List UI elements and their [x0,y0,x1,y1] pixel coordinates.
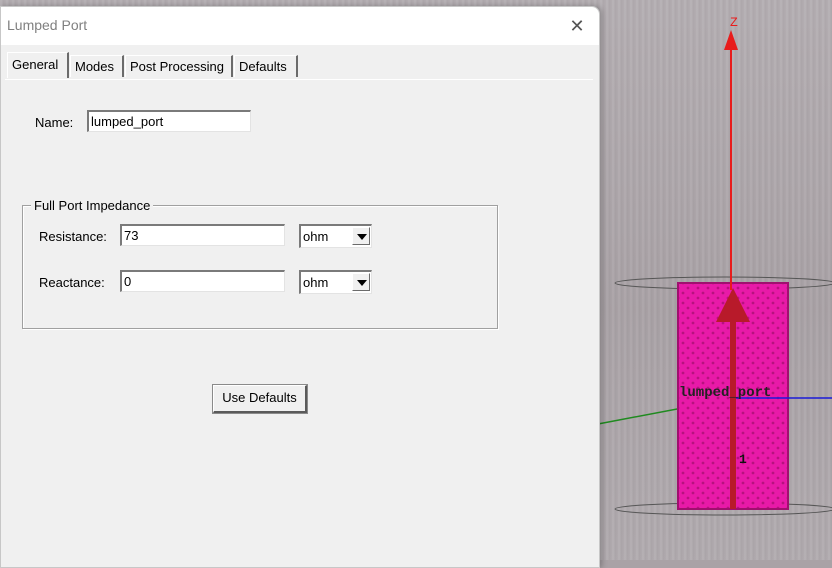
dialog-title: Lumped Port [7,17,88,33]
z-axis-label: Z [730,15,738,30]
reactance-label: Reactance: [39,275,105,290]
tab-post-processing-label: Post Processing [130,59,224,74]
port-number-label: 1 [739,452,747,467]
lumped-port-dialog: Lumped Port ✕ General Modes Post Process… [0,6,600,568]
reactance-unit-value: ohm [303,275,329,290]
resistance-input[interactable]: 73 [120,224,285,246]
tab-modes-label: Modes [75,59,115,74]
close-icon[interactable]: ✕ [563,13,591,39]
impedance-group-title: Full Port Impedance [31,198,154,213]
port-label: lumped_port [679,385,771,401]
reactance-unit-select[interactable]: ohm [299,270,372,294]
name-label: Name: [35,115,74,130]
resistance-label: Resistance: [39,229,107,244]
chevron-down-icon[interactable] [352,273,370,291]
use-defaults-button[interactable]: Use Defaults [212,384,308,414]
tab-general-label: General [12,57,59,72]
tab-defaults-label: Defaults [239,59,287,74]
z-axis-arrowhead [724,30,738,50]
tab-general[interactable]: General [7,52,69,78]
name-input[interactable]: lumped_port [87,110,251,132]
tab-defaults[interactable]: Defaults [234,55,298,77]
dialog-titlebar[interactable]: Lumped Port ✕ [1,7,599,45]
tab-modes[interactable]: Modes [70,55,124,77]
tab-post-processing[interactable]: Post Processing [125,55,233,77]
resistance-unit-select[interactable]: ohm [299,224,372,248]
reactance-input[interactable]: 0 [120,270,285,292]
resistance-unit-value: ohm [303,229,329,244]
chevron-down-icon[interactable] [352,227,370,245]
